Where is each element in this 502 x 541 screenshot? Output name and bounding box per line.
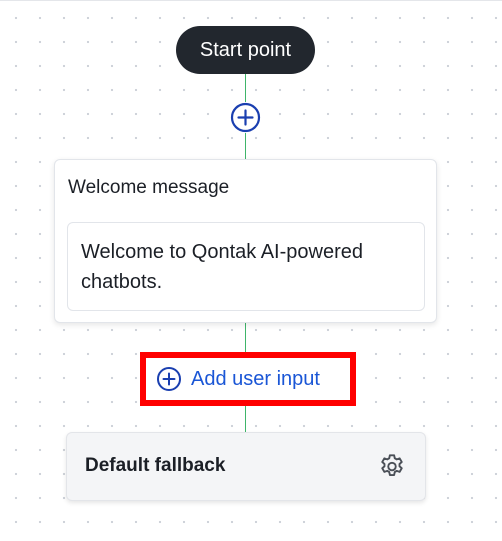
- welcome-message-card[interactable]: Welcome message Welcome to Qontak AI-pow…: [54, 159, 437, 323]
- connector-start-to-add: [245, 74, 246, 102]
- add-user-input-button[interactable]: Add user input: [156, 364, 320, 394]
- plus-circle-icon: [157, 367, 181, 391]
- connector-welcome-to-input: [245, 323, 246, 352]
- add-node-button[interactable]: [230, 102, 261, 133]
- plus-circle-icon: [230, 102, 261, 133]
- connector-input-to-fallback: [245, 406, 246, 432]
- start-point-label: Start point: [199, 38, 292, 61]
- default-fallback-card[interactable]: Default fallback: [66, 432, 426, 501]
- connector-add-to-welcome: [245, 133, 246, 159]
- canvas-top-border: [0, 0, 502, 1]
- settings-button[interactable]: [377, 452, 407, 482]
- welcome-message-body[interactable]: Welcome to Qontak AI-powered chatbots.: [67, 222, 425, 311]
- start-point-node[interactable]: Start point: [176, 26, 315, 74]
- default-fallback-title: Default fallback: [85, 455, 226, 476]
- gear-icon: [381, 454, 403, 476]
- add-user-input-label: Add user input: [191, 368, 320, 390]
- welcome-message-title: Welcome message: [68, 177, 230, 198]
